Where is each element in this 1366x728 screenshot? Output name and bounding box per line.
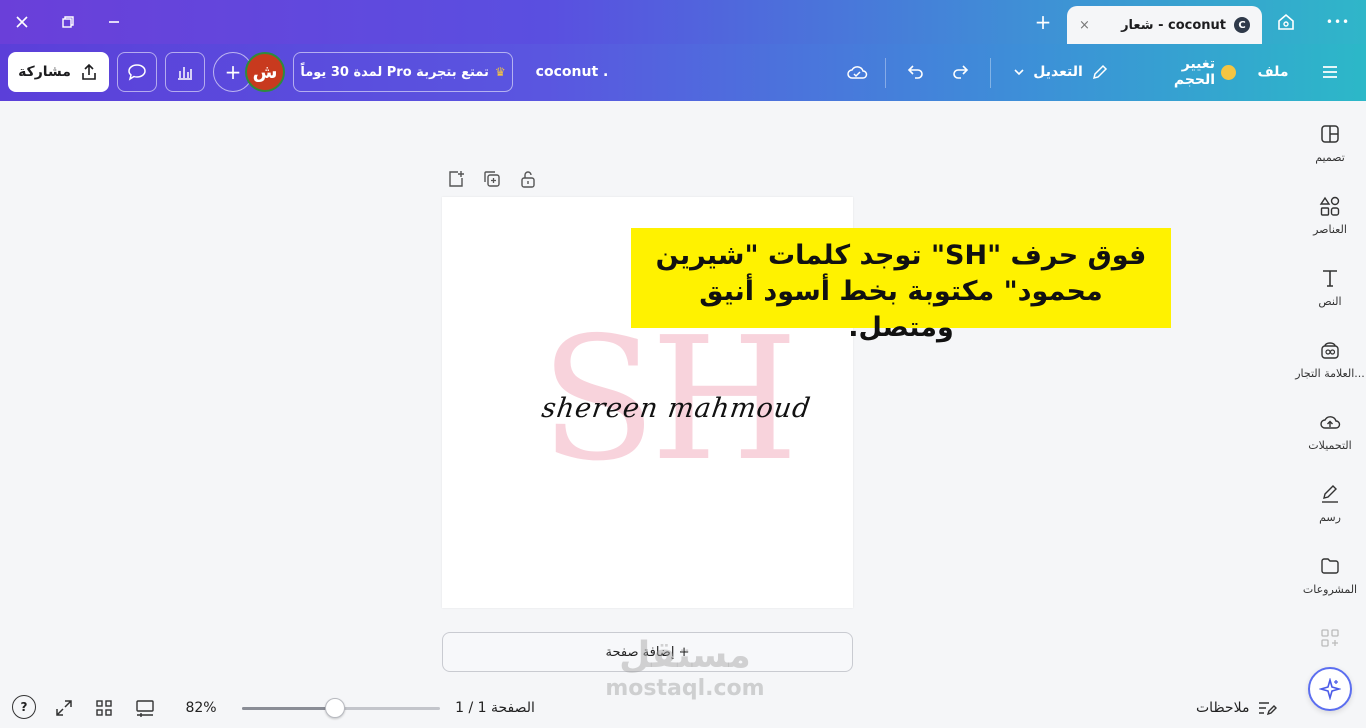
lock-page-button[interactable] bbox=[518, 168, 538, 190]
notes-button[interactable]: ملاحظات bbox=[1196, 694, 1278, 722]
zoom-slider-handle[interactable] bbox=[325, 698, 345, 718]
brand-icon bbox=[1321, 342, 1339, 359]
share-button[interactable]: مشاركة bbox=[8, 52, 109, 92]
editor-toolbar: ملف تغيير الحجم التعديل coconut . ♛ تمتع… bbox=[0, 44, 1366, 101]
chevron-down-icon bbox=[1014, 69, 1024, 76]
logo-script-text[interactable]: shereen mahmoud bbox=[540, 393, 813, 424]
unlock-icon bbox=[521, 171, 535, 188]
cloud-check-icon bbox=[847, 66, 868, 79]
zoom-slider[interactable] bbox=[242, 698, 440, 718]
help-button[interactable]: ? bbox=[12, 695, 36, 719]
redo-button[interactable] bbox=[943, 54, 979, 90]
restore-icon bbox=[62, 16, 74, 28]
user-avatar[interactable]: ش bbox=[245, 52, 285, 92]
sidebar-item-projects[interactable]: المشروعات bbox=[1294, 555, 1366, 617]
share-label: مشاركة bbox=[18, 64, 71, 80]
more-options-button[interactable]: ••• bbox=[1322, 6, 1354, 38]
bottom-bar: ملاحظات الصفحة 1 / 1 82% ? bbox=[0, 688, 1366, 728]
main-menu-button[interactable] bbox=[1312, 54, 1348, 90]
page-indicator[interactable]: الصفحة 1 / 1 bbox=[452, 694, 538, 722]
tab-close-button[interactable]: × bbox=[1079, 18, 1090, 33]
layout-icon bbox=[1321, 125, 1339, 143]
insights-button[interactable] bbox=[165, 52, 205, 92]
sidebar-item-design[interactable]: تصميم bbox=[1294, 123, 1366, 185]
sidebar-item-uploads[interactable]: التحميلات bbox=[1294, 411, 1366, 473]
tab-title: coconut - شعار bbox=[1121, 17, 1226, 33]
hamburger-icon bbox=[1323, 66, 1337, 78]
expand-icon bbox=[56, 700, 72, 716]
draw-icon bbox=[1322, 485, 1338, 503]
sidebar-item-elements[interactable]: العناصر bbox=[1294, 195, 1366, 257]
share-upload-icon bbox=[82, 63, 96, 80]
undo-button[interactable] bbox=[897, 54, 933, 90]
sidebar-item-label: النص bbox=[1318, 295, 1342, 308]
fullscreen-button[interactable] bbox=[51, 694, 77, 722]
document-title[interactable]: coconut . bbox=[527, 54, 617, 90]
undo-icon bbox=[907, 65, 923, 79]
sidebar-item-text[interactable]: النص bbox=[1294, 267, 1366, 329]
resize-button[interactable]: تغيير الحجم bbox=[1136, 54, 1236, 90]
sidebar-item-label: العلامة التجار... bbox=[1295, 367, 1365, 380]
crown-icon: ♛ bbox=[494, 65, 506, 79]
shapes-icon bbox=[1319, 196, 1340, 216]
folder-icon bbox=[1321, 558, 1339, 574]
home-button[interactable] bbox=[1270, 6, 1302, 38]
comment-icon bbox=[128, 64, 146, 81]
redo-icon bbox=[953, 65, 969, 79]
upload-cloud-icon bbox=[1320, 416, 1341, 429]
minimize-icon bbox=[109, 21, 119, 23]
pencil-icon bbox=[1092, 64, 1107, 80]
minimize-window-button[interactable] bbox=[98, 6, 130, 38]
sidebar-item-label: رسم bbox=[1319, 511, 1341, 524]
zoom-percentage[interactable]: 82% bbox=[180, 694, 222, 722]
save-status-button[interactable] bbox=[839, 54, 875, 90]
comments-button[interactable] bbox=[117, 52, 157, 92]
edit-mode-dropdown[interactable]: التعديل bbox=[1008, 54, 1114, 90]
duplicate-icon bbox=[484, 171, 500, 187]
document-tab[interactable]: C coconut - شعار × bbox=[1067, 6, 1262, 44]
sidebar-item-label: تصميم bbox=[1315, 151, 1345, 164]
edit-label: التعديل bbox=[1033, 64, 1083, 80]
new-tab-button[interactable]: + bbox=[1027, 6, 1059, 38]
sidebar-item-label: العناصر bbox=[1313, 223, 1347, 236]
toolbar-divider bbox=[990, 58, 991, 88]
page-thumbnails-button[interactable] bbox=[132, 694, 158, 722]
sidebar-item-apps[interactable] bbox=[1294, 627, 1366, 651]
thumbnails-icon bbox=[136, 700, 154, 717]
add-note-icon bbox=[449, 171, 464, 187]
sidebar-item-label: التحميلات bbox=[1308, 439, 1352, 452]
home-icon bbox=[1278, 13, 1294, 30]
pro-trial-button[interactable]: ♛ تمتع بتجربة Pro لمدة 30 يوماً bbox=[293, 52, 513, 92]
notes-icon bbox=[1259, 702, 1278, 716]
close-window-button[interactable] bbox=[6, 6, 38, 38]
canva-logo: C bbox=[1234, 17, 1250, 33]
watermark-arabic: مستقل bbox=[619, 635, 751, 676]
add-note-button[interactable] bbox=[446, 168, 466, 190]
file-menu[interactable]: ملف bbox=[1250, 54, 1296, 90]
toolbar-divider bbox=[885, 58, 886, 88]
close-icon bbox=[16, 16, 28, 28]
notes-label: ملاحظات bbox=[1196, 700, 1250, 716]
sidebar-item-label: المشروعات bbox=[1302, 583, 1358, 596]
restore-window-button[interactable] bbox=[52, 6, 84, 38]
pro-trial-label: تمتع بتجربة Pro لمدة 30 يوماً bbox=[300, 64, 489, 80]
apps-icon bbox=[1321, 629, 1339, 647]
side-panel: تصميم العناصر النص العلامة التجار... الت… bbox=[1294, 101, 1366, 681]
sidebar-item-draw[interactable]: رسم bbox=[1294, 483, 1366, 545]
crown-icon bbox=[1221, 64, 1236, 80]
annotation-caption: فوق حرف "SH" توجد كلمات "شيرين محمود" مك… bbox=[631, 228, 1171, 343]
duplicate-page-button[interactable] bbox=[482, 168, 502, 190]
bar-chart-icon bbox=[178, 67, 192, 80]
zoom-slider-fill bbox=[242, 707, 335, 710]
title-bar: + C coconut - شعار × ••• bbox=[0, 0, 1366, 44]
grid-icon bbox=[96, 700, 112, 716]
resize-label: تغيير الحجم bbox=[1173, 56, 1216, 88]
text-icon bbox=[1323, 270, 1337, 287]
sidebar-item-brand[interactable]: العلامة التجار... bbox=[1294, 339, 1366, 401]
grid-view-button[interactable] bbox=[91, 694, 117, 722]
